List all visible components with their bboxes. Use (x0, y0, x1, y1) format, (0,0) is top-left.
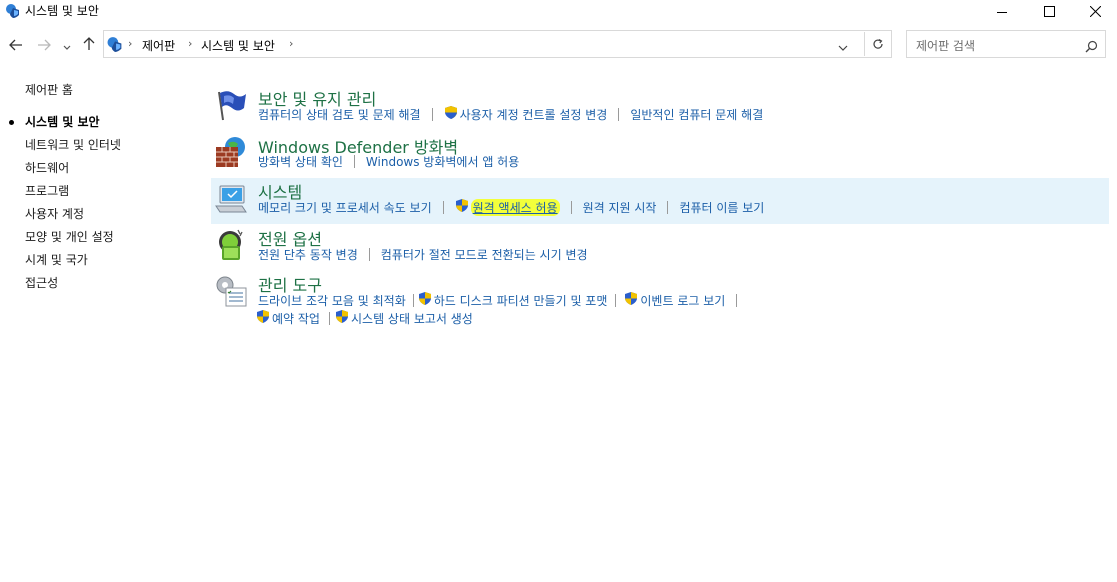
title-bar: 시스템 및 보안 (0, 0, 1117, 22)
sidebar-item-programs[interactable]: 프로그램 (25, 182, 69, 199)
category-firewall: Windows Defender 방화벽 방화벽 상태 확인 Windows 방… (211, 131, 1109, 177)
sidebar-item-hardware[interactable]: 하드웨어 (25, 159, 69, 176)
link-separator (442, 200, 444, 214)
link-text[interactable]: 예약 작업 (272, 310, 320, 327)
sidebar-item-network-internet[interactable]: 네트워크 및 인터넷 (25, 136, 121, 153)
link-allow-remote-access[interactable]: 원격 액세스 허용 (455, 198, 560, 216)
shield-icon (418, 291, 432, 309)
breadcrumb-separator[interactable]: › (289, 37, 293, 50)
links-system: 메모리 크기 및 프로세서 속도 보기 원격 액세스 허용 원격 지원 시작 컴… (258, 198, 764, 216)
search-placeholder: 제어판 검색 (916, 39, 976, 53)
link-review-status[interactable]: 컴퓨터의 상태 검토 및 문제 해결 (258, 106, 421, 123)
category-security-maintenance: 보안 및 유지 관리 컴퓨터의 상태 검토 및 문제 해결 사용자 계정 컨트롤… (211, 84, 1109, 130)
link-disk-partitions[interactable]: 하드 디스크 파티션 만들기 및 포맷 (418, 291, 608, 309)
up-button[interactable] (80, 36, 98, 54)
refresh-button[interactable] (864, 32, 891, 56)
sidebar-item-ease-of-access[interactable]: 접근성 (25, 274, 58, 291)
shield-icon (256, 309, 270, 327)
link-text[interactable]: 시스템 상태 보고서 생성 (351, 310, 473, 327)
link-event-logs[interactable]: 이벤트 로그 보기 (624, 291, 725, 309)
link-text[interactable]: 이벤트 로그 보기 (640, 292, 725, 309)
link-allow-app[interactable]: Windows 방화벽에서 앱 허용 (366, 153, 519, 170)
category-power-options: 전원 옵션 전원 단추 동작 변경 컴퓨터가 절전 모드로 전환되는 시기 변경 (211, 224, 1109, 270)
link-separator (328, 311, 330, 325)
search-box[interactable]: 제어판 검색 (906, 30, 1106, 58)
minimize-icon (997, 2, 1007, 21)
sidebar-item-user-accounts[interactable]: 사용자 계정 (25, 205, 84, 222)
links-admin-row2: 예약 작업 시스템 상태 보고서 생성 (256, 309, 473, 327)
battery-icon (214, 228, 248, 262)
link-system-health-report[interactable]: 시스템 상태 보고서 생성 (335, 309, 473, 327)
chevron-down-icon (63, 36, 71, 55)
shield-icon (624, 291, 638, 309)
control-panel-icon (5, 3, 21, 23)
link-separator (368, 247, 370, 261)
tools-icon (214, 274, 248, 308)
link-uac-settings[interactable]: 사용자 계정 컨트롤 설정 변경 (444, 105, 608, 123)
firewall-icon (214, 135, 248, 169)
links-firewall: 방화벽 상태 확인 Windows 방화벽에서 앱 허용 (258, 152, 519, 170)
close-button[interactable] (1072, 0, 1117, 22)
address-dropdown-button[interactable] (833, 37, 853, 53)
link-separator (667, 200, 669, 214)
back-button[interactable] (7, 36, 25, 54)
link-text[interactable]: 하드 디스크 파티션 만들기 및 포맷 (434, 292, 608, 309)
link-defragment[interactable]: 드라이브 조각 모음 및 최적화 (258, 292, 406, 309)
link-power-buttons[interactable]: 전원 단추 동작 변경 (258, 246, 358, 263)
address-bar[interactable]: › 제어판 › 시스템 및 보안 › (103, 30, 892, 58)
breadcrumb-separator[interactable]: › (128, 37, 132, 50)
link-sleep-time[interactable]: 컴퓨터가 절전 모드로 전환되는 시기 변경 (381, 246, 588, 263)
navigation-bar: › 제어판 › 시스템 및 보안 › 제어판 검색 (0, 30, 1117, 60)
minimize-button[interactable] (979, 0, 1025, 22)
links-power: 전원 단추 동작 변경 컴퓨터가 절전 모드로 전환되는 시기 변경 (258, 245, 588, 263)
forward-button[interactable] (35, 36, 53, 54)
sidebar-item-control-panel-home[interactable]: 제어판 홈 (25, 81, 73, 98)
category-administrative-tools: 관리 도구 드라이브 조각 모음 및 최적화 하드 디스크 파티션 만들기 및 … (211, 270, 1109, 332)
close-icon (1089, 2, 1101, 21)
link-separator (736, 293, 738, 307)
control-panel-icon (106, 36, 124, 57)
back-arrow-icon (9, 36, 23, 55)
window-title: 시스템 및 보안 (25, 4, 99, 18)
link-scheduled-tasks[interactable]: 예약 작업 (256, 309, 320, 327)
sidebar-item-system-security: 시스템 및 보안 (25, 115, 100, 129)
up-arrow-icon (83, 36, 95, 55)
flag-icon (214, 88, 248, 122)
breadcrumb-separator[interactable]: › (188, 37, 192, 50)
chevron-down-icon (838, 36, 848, 55)
links-security: 컴퓨터의 상태 검토 및 문제 해결 사용자 계정 컨트롤 설정 변경 일반적인… (258, 105, 763, 123)
link-see-computer-name[interactable]: 컴퓨터 이름 보기 (679, 199, 764, 216)
forward-arrow-icon (37, 36, 51, 55)
highlighted-link-text[interactable]: 원격 액세스 허용 (470, 198, 560, 216)
link-launch-remote-assistance[interactable]: 원격 지원 시작 (583, 199, 657, 216)
recent-locations-button[interactable] (60, 36, 74, 54)
computer-icon (214, 182, 248, 216)
maximize-button[interactable] (1026, 0, 1072, 22)
link-firewall-status[interactable]: 방화벽 상태 확인 (258, 153, 343, 170)
breadcrumb-system-security[interactable]: 시스템 및 보안 (201, 37, 275, 54)
shield-icon (444, 105, 458, 123)
sidebar-item-appearance[interactable]: 모양 및 개인 설정 (25, 228, 114, 245)
links-admin-row1: 드라이브 조각 모음 및 최적화 하드 디스크 파티션 만들기 및 포맷 이벤트… (258, 291, 748, 309)
shield-icon (455, 198, 469, 216)
link-separator (431, 107, 433, 121)
sidebar-item-clock-region[interactable]: 시계 및 국가 (25, 251, 88, 268)
link-separator (570, 200, 572, 214)
link-separator (353, 154, 355, 168)
link-text[interactable]: 사용자 계정 컨트롤 설정 변경 (460, 106, 608, 123)
breadcrumb-control-panel[interactable]: 제어판 (142, 37, 175, 54)
search-icon[interactable] (1085, 38, 1098, 57)
link-separator (618, 107, 620, 121)
shield-icon (335, 309, 349, 327)
refresh-icon (872, 35, 884, 54)
link-troubleshoot[interactable]: 일반적인 컴퓨터 문제 해결 (630, 106, 763, 123)
link-separator (412, 293, 414, 307)
category-system: 시스템 메모리 크기 및 프로세서 속도 보기 원격 액세스 허용 원격 지원 … (211, 178, 1109, 224)
current-page-bullet (9, 120, 14, 125)
link-view-ram-speed[interactable]: 메모리 크기 및 프로세서 속도 보기 (258, 199, 432, 216)
link-separator (615, 293, 617, 307)
maximize-icon (1043, 2, 1055, 21)
